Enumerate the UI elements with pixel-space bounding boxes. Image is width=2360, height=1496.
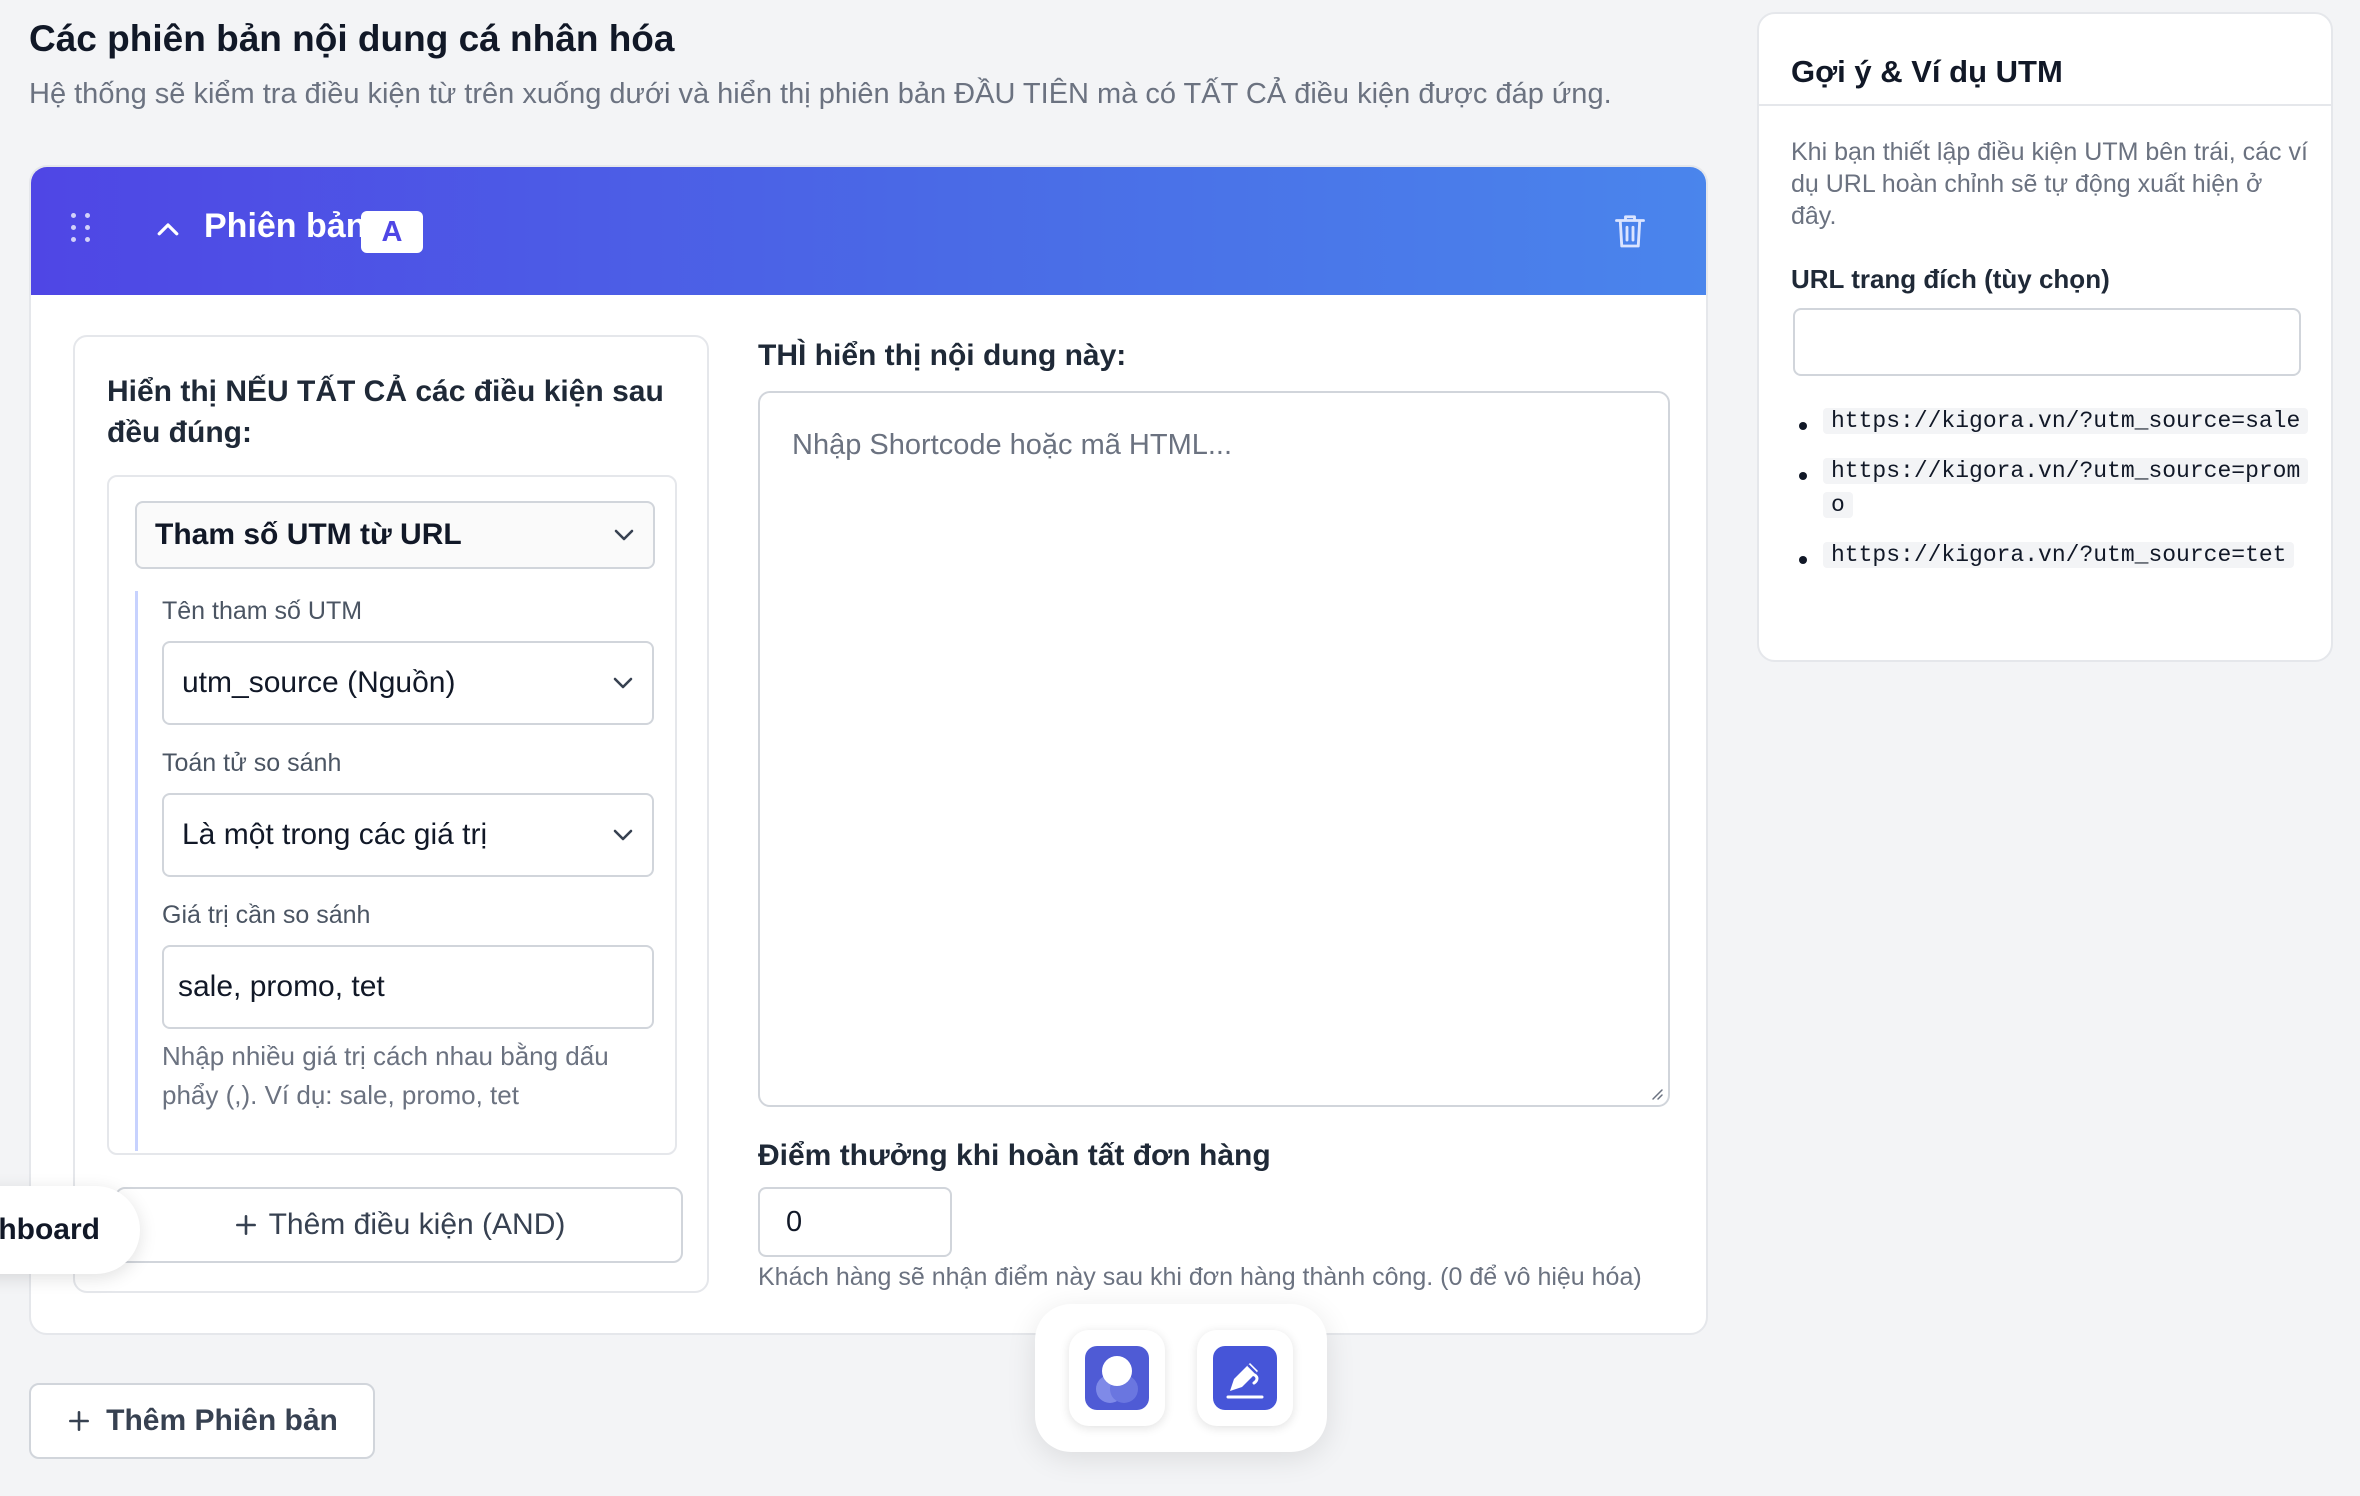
- points-input[interactable]: 0: [758, 1187, 952, 1257]
- utm-example-list: https://kigora.vn/?utm_source=sale https…: [1791, 404, 2311, 588]
- version-card: Phiên bản A Hiển thị NẾU TẤT CẢ các điều…: [29, 165, 1708, 1335]
- utm-example-item: https://kigora.vn/?utm_source=promo: [1791, 454, 2311, 522]
- operator-value: Là một trong các giá trị: [182, 818, 488, 851]
- utm-example-url[interactable]: https://kigora.vn/?utm_source=promo: [1823, 458, 2309, 518]
- points-value: 0: [786, 1205, 803, 1238]
- dashboard-button[interactable]: Dashboard: [0, 1186, 140, 1274]
- page-title: Các phiên bản nội dung cá nhân hóa: [29, 18, 675, 59]
- utm-example-url[interactable]: https://kigora.vn/?utm_source=sale: [1823, 408, 2309, 434]
- dashboard-label: Dashboard: [0, 1213, 100, 1246]
- floating-dock: [1035, 1304, 1327, 1452]
- compare-value-help: Nhập nhiều giá trị cách nhau bằng dấu ph…: [162, 1041, 609, 1110]
- condition-type-value: Tham số UTM từ URL: [155, 518, 462, 551]
- compare-value-label: Giá trị cần so sánh: [162, 901, 371, 929]
- content-textarea[interactable]: Nhập Shortcode hoặc mã HTML...: [758, 391, 1670, 1107]
- landing-url-label: URL trang đích (tùy chọn): [1791, 264, 2110, 294]
- plus-icon: [235, 1215, 256, 1235]
- chevron-down-icon: [613, 677, 633, 689]
- utm-sub-group: Tên tham số UTM utm_source (Nguồn) Toán …: [135, 591, 655, 1151]
- user-circle-icon: [1085, 1346, 1149, 1410]
- compare-value-text: sale, promo, tet: [178, 970, 385, 1003]
- content-label: THÌ hiển thị nội dung này:: [758, 339, 1127, 372]
- points-label: Điểm thưởng khi hoàn tất đơn hàng: [758, 1139, 1271, 1172]
- utm-hint-card: Gợi ý & Ví dụ UTM Khi bạn thiết lập điều…: [1757, 12, 2333, 662]
- points-help: Khách hàng sẽ nhận điểm này sau khi đơn …: [758, 1263, 1642, 1291]
- compare-value-input[interactable]: sale, promo, tet: [162, 945, 654, 1029]
- utm-param-value: utm_source (Nguồn): [182, 666, 456, 699]
- utm-example-url[interactable]: https://kigora.vn/?utm_source=tet: [1823, 542, 2295, 568]
- version-header[interactable]: Phiên bản A: [31, 167, 1706, 295]
- utm-param-label: Tên tham số UTM: [162, 597, 363, 625]
- operator-select[interactable]: Là một trong các giá trị: [162, 793, 654, 877]
- utm-example-item: https://kigora.vn/?utm_source=sale: [1791, 404, 2311, 438]
- operator-label: Toán tử so sánh: [162, 749, 342, 777]
- add-version-button[interactable]: Thêm Phiên bản: [29, 1383, 375, 1459]
- pen-edit-icon: [1213, 1346, 1277, 1410]
- chevron-up-icon[interactable]: [153, 215, 183, 245]
- hint-title: Gợi ý & Ví dụ UTM: [1791, 54, 2063, 89]
- dock-app-editor[interactable]: [1197, 1330, 1293, 1426]
- conditions-panel: Hiển thị NẾU TẤT CẢ các điều kiện sau đề…: [73, 335, 709, 1293]
- version-badge: A: [361, 211, 423, 253]
- add-version-label: Thêm Phiên bản: [106, 1404, 338, 1437]
- dock-app-profile[interactable]: [1069, 1330, 1165, 1426]
- chevron-down-icon: [613, 829, 633, 841]
- content-placeholder: Nhập Shortcode hoặc mã HTML...: [792, 429, 1233, 461]
- add-condition-button[interactable]: Thêm điều kiện (AND): [115, 1187, 683, 1263]
- resize-grip-icon[interactable]: [1648, 1085, 1664, 1101]
- condition-type-select[interactable]: Tham số UTM từ URL: [135, 501, 655, 569]
- hint-divider: [1759, 104, 2331, 106]
- trash-icon[interactable]: [1612, 211, 1648, 251]
- utm-example-item: https://kigora.vn/?utm_source=tet: [1791, 538, 2311, 572]
- add-condition-label: Thêm điều kiện (AND): [268, 1208, 566, 1241]
- version-label: Phiên bản: [204, 207, 367, 245]
- page-subtitle: Hệ thống sẽ kiểm tra điều kiện từ trên x…: [29, 78, 1612, 110]
- drag-handle-icon[interactable]: [71, 213, 91, 249]
- conditions-heading: Hiển thị NẾU TẤT CẢ các điều kiện sau đề…: [107, 375, 664, 449]
- landing-url-input[interactable]: [1793, 308, 2301, 376]
- chevron-down-icon: [614, 529, 634, 541]
- plus-icon: [69, 1411, 90, 1431]
- utm-param-select[interactable]: utm_source (Nguồn): [162, 641, 654, 725]
- condition-box: Tham số UTM từ URL Tên tham số UTM utm_s…: [107, 475, 677, 1155]
- hint-description: Khi bạn thiết lập điều kiện UTM bên trái…: [1791, 138, 2308, 230]
